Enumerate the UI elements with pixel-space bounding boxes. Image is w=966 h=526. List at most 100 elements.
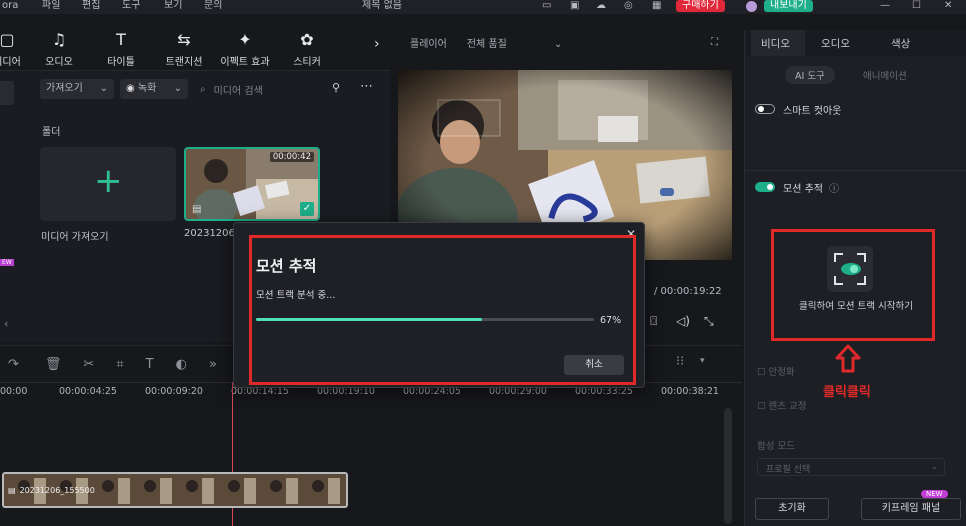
- title-bar: ora 파일 편집 도구 보기 문의 제목 없음 ▭ ▣ ☁ ◎ ▦ 구매하기 …: [0, 0, 966, 14]
- new-badge: EW: [0, 259, 14, 266]
- time-tick: 00:00:38:21: [661, 386, 719, 397]
- clip-name: 20231206_: [184, 228, 240, 239]
- buy-button[interactable]: 구매하기: [676, 0, 725, 12]
- scissors-icon[interactable]: ✂: [83, 357, 94, 372]
- player-header: 플레이어 전체 품질 ⌄ ⛶: [398, 30, 732, 54]
- crop-icon[interactable]: ⌗: [116, 357, 123, 372]
- clip-thumbnail[interactable]: 00:00:42 ▤ ✓: [184, 147, 320, 221]
- import-dropdown[interactable]: 가져오기 ⌄: [40, 79, 114, 99]
- total-time: / 00:00:19:22: [654, 286, 722, 297]
- app-name: ora: [2, 0, 19, 11]
- time-tick: 00:00:09:20: [145, 386, 203, 397]
- tab-video[interactable]: 비디오: [751, 30, 805, 56]
- chevron-left-icon[interactable]: ‹: [4, 317, 8, 330]
- minimize-icon[interactable]: —: [880, 0, 890, 12]
- sidebar-collapse[interactable]: [0, 81, 14, 105]
- search-icon: ⌕: [200, 83, 206, 95]
- smart-cutout-toggle[interactable]: [755, 104, 775, 114]
- subtab-animation[interactable]: 애니메이션: [863, 68, 907, 82]
- arrow-up-icon: [835, 344, 861, 373]
- chevron-right-icon[interactable]: ›: [374, 36, 380, 52]
- save-icon[interactable]: ▣: [570, 0, 579, 12]
- quality-dropdown[interactable]: 전체 품질 ⌄: [467, 35, 563, 50]
- menu-help[interactable]: 문의: [204, 0, 222, 12]
- tab-sticker[interactable]: ✿ 스티커: [276, 30, 338, 68]
- import-media-tile[interactable]: +: [40, 147, 176, 221]
- camera-icon[interactable]: ⌼: [650, 314, 657, 329]
- chevron-down-icon: ⌄: [930, 462, 938, 472]
- tab-color[interactable]: 색상: [891, 36, 910, 51]
- timeline-clip[interactable]: ▤ 20231206_155500: [2, 472, 348, 508]
- motion-tracking-toggle[interactable]: [755, 182, 775, 192]
- tab-transition[interactable]: ⇆ 트랜지션: [153, 30, 215, 68]
- import-tile-label: 미디어 가져오기: [41, 232, 109, 243]
- menu-edit[interactable]: 편집: [82, 0, 100, 12]
- blend-mode-select[interactable]: 프로필 선택 ⌄: [757, 458, 945, 476]
- stabilization-option[interactable]: ☐ 안정화: [757, 364, 795, 378]
- volume-icon[interactable]: ◁): [676, 314, 690, 328]
- export-button[interactable]: 내보내기: [764, 0, 813, 12]
- timeline-toolbar: ↷ 🗑 ✂ ⌗ T ◐ »: [0, 354, 240, 374]
- delete-icon[interactable]: 🗑: [45, 357, 62, 372]
- check-icon: ✓: [300, 202, 314, 216]
- smart-cutout-label: 스마트 컷아웃: [783, 106, 842, 117]
- chevron-down-icon: ⌄: [99, 83, 108, 94]
- transition-icon: ⇆: [177, 30, 191, 49]
- keyframe-panel-button[interactable]: 키프레임 패널: [861, 498, 961, 520]
- lens-correction-option[interactable]: ☐ 렌즈 교정: [757, 398, 807, 412]
- filter-icon[interactable]: ⚲: [332, 81, 340, 94]
- help-icon[interactable]: ⓘ: [829, 184, 839, 195]
- menu-file[interactable]: 파일: [42, 0, 60, 12]
- track-layout-icon[interactable]: ⁝⁝: [676, 354, 684, 369]
- record-dropdown[interactable]: ◉ 녹화 ⌄: [120, 79, 188, 99]
- title-icon: T: [116, 30, 126, 49]
- folder-label: 폴더: [42, 127, 61, 138]
- clip-info: ▤ 20231206_155500: [8, 486, 95, 495]
- effect-icon: ✦: [238, 30, 252, 49]
- film-icon: ▤: [192, 204, 202, 215]
- maximize-icon[interactable]: ☐: [912, 0, 921, 12]
- motion-tracking-label: 모션 추적 ⓘ: [783, 184, 840, 195]
- more-tools-icon[interactable]: »: [209, 357, 217, 372]
- chevron-down-icon[interactable]: ▾: [700, 356, 705, 366]
- color-palette-icon[interactable]: ◐: [176, 357, 187, 372]
- search-input[interactable]: ⌕ 미디어 검색: [200, 79, 322, 99]
- text-icon[interactable]: T: [146, 357, 154, 372]
- close-window-icon[interactable]: ✕: [944, 0, 952, 12]
- clip-duration: 00:00:42: [269, 152, 314, 162]
- reset-button[interactable]: 초기화: [755, 498, 829, 520]
- highlight-frame-dialog: [249, 235, 636, 385]
- plus-icon: +: [94, 161, 123, 201]
- tab-effect[interactable]: ✦ 이펙트 효과: [214, 30, 276, 68]
- media-toolbar: ▢ 미디어 ♫ 오디오 T 타이틀 ⇆ 트랜지션 ✦ 이펙트 효과 ✿ 스티커 …: [0, 30, 390, 70]
- record-icon: ◉: [126, 83, 135, 94]
- music-note-icon: ♫: [51, 30, 67, 49]
- blend-mode-label: 합성 모드: [757, 441, 795, 452]
- divider: [745, 170, 966, 171]
- timeline-scrollbar[interactable]: [724, 408, 732, 524]
- menu-view[interactable]: 보기: [164, 0, 182, 12]
- more-icon[interactable]: ⋯: [360, 79, 373, 94]
- redo-icon[interactable]: ↷: [8, 357, 19, 372]
- grid-icon[interactable]: ▦: [652, 0, 661, 12]
- tab-title[interactable]: T 타이틀: [90, 30, 152, 68]
- menu-tools[interactable]: 도구: [122, 0, 140, 12]
- film-icon: ▤: [8, 486, 16, 495]
- avatar[interactable]: [746, 1, 757, 12]
- headset-icon[interactable]: ◎: [624, 0, 633, 12]
- chevron-down-icon: ⌄: [553, 38, 563, 50]
- subtab-ai-tools[interactable]: AI 도구: [785, 66, 835, 84]
- layout-icon[interactable]: ▭: [542, 0, 551, 12]
- new-badge: NEW: [921, 490, 948, 498]
- cloud-icon[interactable]: ☁: [596, 0, 606, 12]
- time-tick: 00:00: [0, 386, 28, 397]
- time-tick: 00:00:04:25: [59, 386, 117, 397]
- property-tabs: 비디오 오디오 색상: [745, 30, 966, 56]
- fullscreen-icon[interactable]: ⤡: [704, 314, 714, 329]
- snapshot-frame-icon[interactable]: ⛶: [711, 37, 718, 48]
- tab-audio[interactable]: ♫ 오디오: [28, 30, 90, 68]
- tab-audio-props[interactable]: 오디오: [821, 36, 850, 51]
- document-title: 제목 없음: [362, 0, 402, 11]
- player-label: 플레이어: [410, 38, 447, 50]
- annotation-label: 클릭클릭: [823, 385, 871, 400]
